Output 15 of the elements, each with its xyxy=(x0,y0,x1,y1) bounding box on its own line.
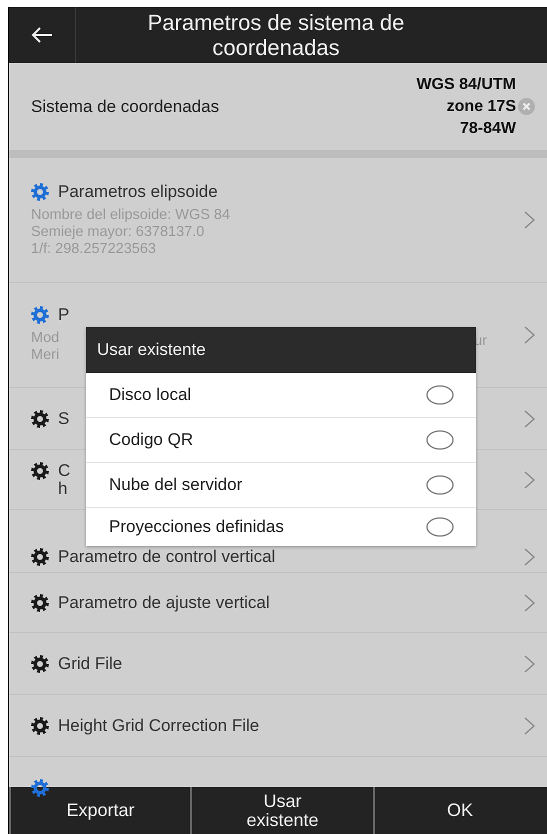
setting-title: S xyxy=(58,410,70,428)
screen-title: Parametros de sistema de coordenadas xyxy=(146,10,406,60)
option-label: Disco local xyxy=(109,385,192,405)
setting-title: Grid File xyxy=(58,654,122,672)
setting-title: Height Grid Correction File xyxy=(58,716,260,734)
dialog-title: Usar existente xyxy=(86,327,476,373)
setting-title: P xyxy=(58,306,70,324)
option-label: Codigo QR xyxy=(109,430,194,450)
setting-title: Parametros elipsoide xyxy=(58,182,218,200)
setting-title: Parametro de ajuste vertical xyxy=(58,594,270,612)
field-label: Sistema de coordenadas xyxy=(31,96,220,116)
setting-title: Parametro de control vertical xyxy=(58,548,276,566)
option-label: Proyecciones definidas xyxy=(109,517,285,537)
setting-title: C h xyxy=(58,462,70,498)
option-label: Nube del servidor xyxy=(109,475,244,495)
